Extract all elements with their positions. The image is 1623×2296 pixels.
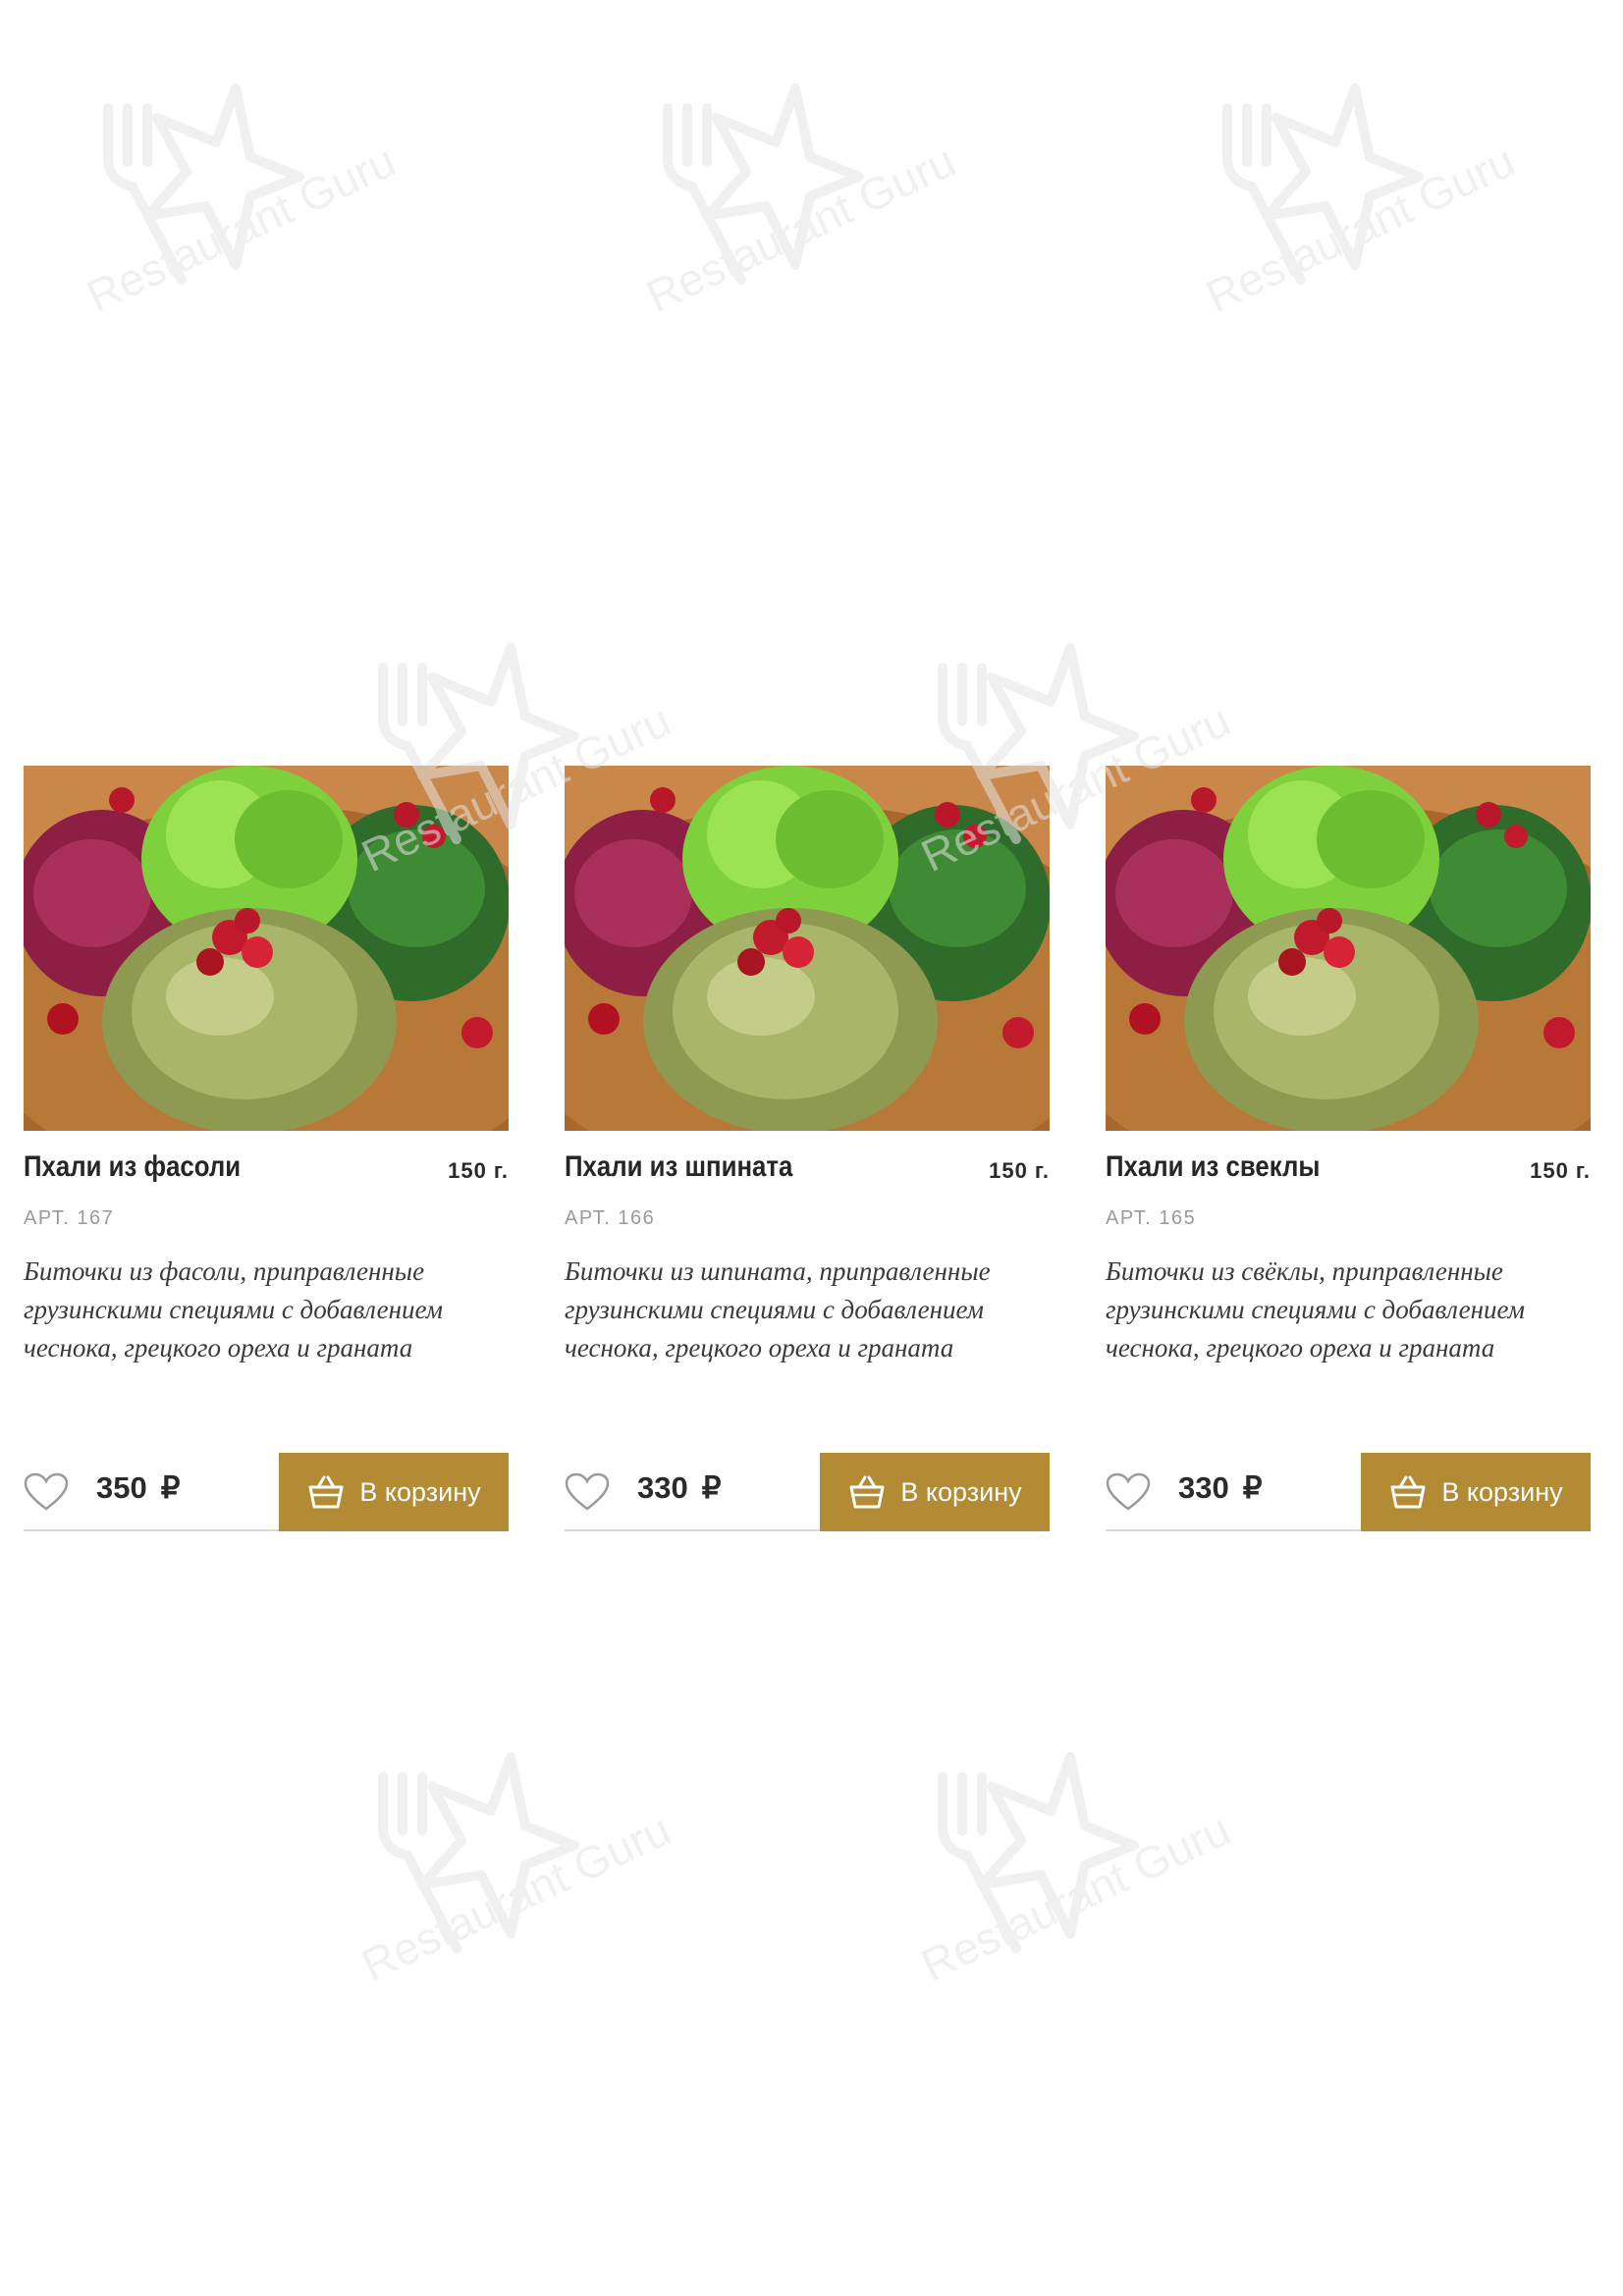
fork-star-icon: [663, 83, 864, 285]
watermark: Restaurant Guru: [324, 1718, 697, 2091]
dish-photo-illustration: [565, 766, 1050, 1131]
heart-outline-icon[interactable]: [24, 1472, 69, 1512]
price-currency: ₽: [701, 1470, 722, 1505]
heart-outline-icon[interactable]: [1106, 1472, 1151, 1512]
dish-photo-illustration: [1106, 766, 1591, 1131]
watermark-text: Restaurant Guru: [79, 134, 404, 323]
watermark: Restaurant Guru: [884, 1718, 1257, 2091]
dish-photo-illustration: [24, 766, 509, 1131]
price-value: 330: [637, 1470, 688, 1505]
watermark: Restaurant Guru: [609, 49, 982, 422]
price-currency: ₽: [160, 1470, 181, 1505]
heart-outline-icon[interactable]: [565, 1472, 610, 1512]
fork-star-icon: [103, 83, 304, 285]
product-photo[interactable]: [24, 766, 509, 1131]
add-to-cart-button[interactable]: В корзину: [820, 1453, 1050, 1531]
watermark-text: Restaurant Guru: [353, 1803, 678, 1992]
product-card-bean-pkhali: Пхали из фасоли 150 г. АРТ. 167 Биточки …: [24, 766, 509, 1531]
watermark: Restaurant Guru: [49, 49, 422, 422]
watermark-text: Restaurant Guru: [1198, 134, 1523, 323]
price-value: 330: [1178, 1470, 1229, 1505]
product-weight: 150 г.: [448, 1158, 509, 1183]
price-currency: ₽: [1242, 1470, 1263, 1505]
watermark: Restaurant Guru: [1168, 49, 1542, 422]
product-grid: Пхали из фасоли 150 г. АРТ. 167 Биточки …: [24, 766, 1598, 1531]
product-photo[interactable]: [1106, 766, 1591, 1131]
product-footer: 350 ₽ В корзину: [24, 1453, 509, 1531]
product-title[interactable]: Пхали из свеклы: [1106, 1150, 1320, 1184]
add-to-cart-label: В корзину: [900, 1476, 1022, 1507]
product-description: Биточки из свёклы, приправленные грузинс…: [1106, 1256, 1526, 1362]
product-title[interactable]: Пхали из фасоли: [24, 1150, 241, 1184]
add-to-cart-label: В корзину: [359, 1476, 481, 1507]
product-footer: 330 ₽ В корзину: [1106, 1453, 1591, 1531]
product-price: 350 ₽: [96, 1470, 180, 1506]
product-sku: АРТ. 166: [565, 1207, 656, 1229]
product-weight: 150 г.: [1530, 1158, 1591, 1183]
product-weight: 150 г.: [989, 1158, 1050, 1183]
product-card-beet-pkhali: Пхали из свеклы 150 г. АРТ. 165 Биточки …: [1106, 766, 1591, 1531]
product-photo[interactable]: [565, 766, 1050, 1131]
basket-icon: [849, 1475, 885, 1509]
product-title[interactable]: Пхали из шпината: [565, 1150, 792, 1184]
watermark-text: Restaurant Guru: [638, 134, 963, 323]
product-sku: АРТ. 165: [1106, 1207, 1197, 1229]
watermark-text: Restaurant Guru: [913, 1803, 1238, 1992]
product-description: Биточки из фасоли, приправленные грузинс…: [24, 1256, 444, 1362]
fork-star-icon: [1222, 83, 1424, 285]
product-price: 330 ₽: [1178, 1470, 1262, 1506]
fork-star-icon: [378, 1752, 579, 1953]
add-to-cart-label: В корзину: [1441, 1476, 1563, 1507]
fork-star-icon: [938, 1752, 1139, 1953]
product-card-spinach-pkhali: Пхали из шпината 150 г. АРТ. 166 Биточки…: [565, 766, 1050, 1531]
basket-icon: [1390, 1475, 1426, 1509]
add-to-cart-button[interactable]: В корзину: [279, 1453, 509, 1531]
product-sku: АРТ. 167: [24, 1207, 115, 1229]
product-description: Биточки из шпината, приправленные грузин…: [565, 1256, 991, 1362]
price-value: 350: [96, 1470, 147, 1505]
add-to-cart-button[interactable]: В корзину: [1361, 1453, 1591, 1531]
product-footer: 330 ₽ В корзину: [565, 1453, 1050, 1531]
basket-icon: [308, 1475, 344, 1509]
product-price: 330 ₽: [637, 1470, 721, 1506]
